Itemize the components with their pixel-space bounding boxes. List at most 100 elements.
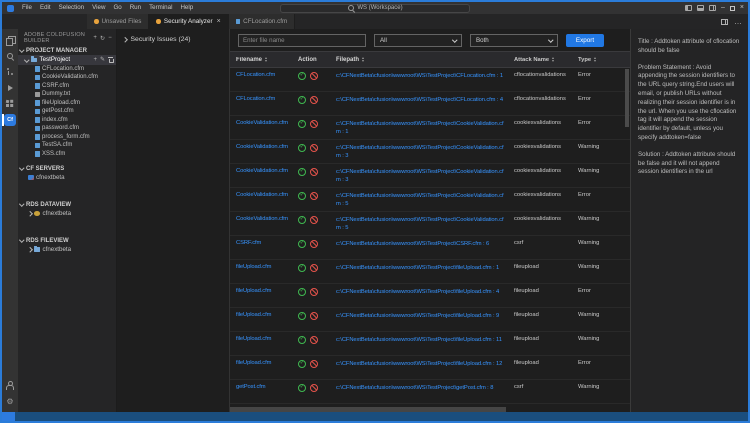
mark-resolved-icon[interactable]: ✓ [298, 96, 306, 104]
tree-item-fileupload-cfm[interactable]: fileUpload.cfm [18, 99, 116, 108]
menu-item-edit[interactable]: Edit [36, 2, 55, 14]
filename-link[interactable]: CookieValidation.cfm [236, 168, 296, 174]
tree-item-testproject[interactable]: TestProject + ✎ [18, 55, 116, 65]
ignore-issue-icon[interactable] [310, 360, 318, 368]
tree-item-rds-dataview[interactable]: cfnextbeta [18, 209, 116, 218]
menu-item-selection[interactable]: Selection [55, 2, 88, 14]
filepath-link[interactable]: c:\CFNextBeta\cfusion\wwwroot\WS\TestPro… [336, 288, 514, 297]
close-button[interactable]: × [740, 5, 744, 11]
type-filter-select[interactable]: Both [470, 34, 558, 47]
section-rds-fileview[interactable]: RDS FILEVIEW [18, 236, 116, 245]
ignore-issue-icon[interactable] [310, 216, 318, 224]
refresh-icon[interactable]: ↻ [100, 35, 105, 42]
mark-resolved-icon[interactable]: ✓ [298, 360, 306, 368]
split-editor-icon[interactable] [721, 19, 728, 25]
ignore-issue-icon[interactable] [310, 168, 318, 176]
edit-icon[interactable]: ✎ [100, 56, 105, 63]
filepath-link[interactable]: c:\CFNextBeta\cfusion\wwwroot\WS\TestPro… [336, 120, 514, 138]
tree-item-dummy-txt[interactable]: Dummy.txt [18, 90, 116, 99]
delete-icon[interactable] [108, 57, 113, 63]
mark-resolved-icon[interactable]: ✓ [298, 72, 306, 80]
mark-resolved-icon[interactable]: ✓ [298, 384, 306, 392]
mark-resolved-icon[interactable]: ✓ [298, 312, 306, 320]
filepath-link[interactable]: c:\CFNextBeta\cfusion\wwwroot\WS\TestPro… [336, 192, 514, 210]
file-name-input[interactable] [238, 34, 366, 47]
sort-icon[interactable] [552, 57, 554, 62]
filepath-link[interactable]: c:\CFNextBeta\cfusion\wwwroot\WS\TestPro… [336, 96, 514, 105]
toggle-panel-icon[interactable] [697, 5, 704, 11]
close-icon[interactable]: × [217, 18, 221, 25]
source-control-icon[interactable] [2, 64, 18, 80]
mark-resolved-icon[interactable]: ✓ [298, 240, 306, 248]
collapse-all-icon[interactable]: − [108, 35, 112, 41]
horizontal-scrollbar[interactable] [230, 407, 624, 412]
add-icon[interactable]: + [93, 35, 97, 41]
tree-item-csrf-cfm[interactable]: CSRF.cfm [18, 82, 116, 91]
filename-link[interactable]: fileUpload.cfm [236, 360, 296, 366]
filepath-link[interactable]: c:\CFNextBeta\cfusion\wwwroot\WS\TestPro… [336, 360, 514, 369]
scrollbar-thumb[interactable] [625, 69, 629, 127]
filepath-link[interactable]: c:\CFNextBeta\cfusion\wwwroot\WS\TestPro… [336, 384, 514, 393]
attack-filter-select[interactable]: All [374, 34, 462, 47]
filename-link[interactable]: CookieValidation.cfm [236, 120, 296, 126]
vertical-scrollbar[interactable] [625, 69, 629, 404]
filename-link[interactable]: fileUpload.cfm [236, 264, 296, 270]
ignore-issue-icon[interactable] [310, 312, 318, 320]
column-header-type[interactable]: Type [578, 57, 612, 63]
tree-item-testsa-cfm[interactable]: TestSA.cfm [18, 141, 116, 150]
maximize-button[interactable] [730, 6, 735, 11]
ignore-issue-icon[interactable] [310, 72, 318, 80]
tree-item-cf-server[interactable]: cfnextbeta [18, 173, 116, 182]
tree-item-index-cfm[interactable]: index.cfm [18, 116, 116, 125]
section-cf-servers[interactable]: CF SERVERS [18, 164, 116, 173]
section-project-manager[interactable]: PROJECT MANAGER [18, 46, 116, 55]
filepath-link[interactable]: c:\CFNextBeta\cfusion\wwwroot\WS\TestPro… [336, 144, 514, 162]
mark-resolved-icon[interactable]: ✓ [298, 144, 306, 152]
tree-item-xss-cfm[interactable]: XSS.cfm [18, 150, 116, 159]
customize-layout-icon[interactable] [709, 5, 716, 11]
ignore-issue-icon[interactable] [310, 96, 318, 104]
minimize-button[interactable]: – [721, 5, 725, 11]
extensions-icon[interactable] [2, 96, 18, 112]
ignore-issue-icon[interactable] [310, 336, 318, 344]
filepath-link[interactable]: c:\CFNextBeta\cfusion\wwwroot\WS\TestPro… [336, 264, 514, 273]
column-header-filename[interactable]: Filename [230, 57, 296, 63]
run-debug-icon[interactable] [2, 80, 18, 96]
ignore-issue-icon[interactable] [310, 384, 318, 392]
coldfusion-icon[interactable]: Cf [2, 112, 18, 128]
tree-item-cflocation-cfm[interactable]: CFLocation.cfm [18, 65, 116, 74]
settings-gear-icon[interactable]: ⚙ [2, 393, 18, 409]
filepath-link[interactable]: c:\CFNextBeta\cfusion\wwwroot\WS\TestPro… [336, 240, 514, 249]
mark-resolved-icon[interactable]: ✓ [298, 336, 306, 344]
export-button[interactable]: Export [566, 34, 604, 47]
mark-resolved-icon[interactable]: ✓ [298, 120, 306, 128]
tree-item-cookievalidation-cfm[interactable]: CookieValidation.cfm [18, 73, 116, 82]
tab-security-analyzer[interactable]: Security Analyzer× [149, 14, 228, 29]
ignore-issue-icon[interactable] [310, 288, 318, 296]
tree-item-getpost-cfm[interactable]: getPost.cfm [18, 107, 116, 116]
tab-unsaved-files[interactable]: Unsaved Files [87, 14, 149, 29]
more-actions-icon[interactable]: … [734, 19, 742, 24]
filename-link[interactable]: CookieValidation.cfm [236, 144, 296, 150]
sort-icon[interactable] [362, 57, 364, 62]
filename-link[interactable]: CookieValidation.cfm [236, 192, 296, 198]
new-file-icon[interactable]: + [93, 57, 97, 63]
filename-link[interactable]: fileUpload.cfm [236, 288, 296, 294]
menu-item-run[interactable]: Run [126, 2, 145, 14]
ignore-issue-icon[interactable] [310, 264, 318, 272]
filename-link[interactable]: getPost.cfm [236, 384, 296, 390]
mark-resolved-icon[interactable]: ✓ [298, 264, 306, 272]
ignore-issue-icon[interactable] [310, 120, 318, 128]
mark-resolved-icon[interactable]: ✓ [298, 192, 306, 200]
mark-resolved-icon[interactable]: ✓ [298, 288, 306, 296]
tree-item-password-cfm[interactable]: password.cfm [18, 124, 116, 133]
tab-cflocation-cfm[interactable]: CFLocation.cfm [229, 14, 296, 29]
mark-resolved-icon[interactable]: ✓ [298, 216, 306, 224]
menu-item-file[interactable]: File [18, 2, 36, 14]
ignore-issue-icon[interactable] [310, 192, 318, 200]
menu-item-help[interactable]: Help [176, 2, 197, 14]
tree-item-rds-fileview[interactable]: cfnextbeta [18, 245, 116, 254]
filepath-link[interactable]: c:\CFNextBeta\cfusion\wwwroot\WS\TestPro… [336, 168, 514, 186]
ignore-issue-icon[interactable] [310, 144, 318, 152]
menu-item-terminal[interactable]: Terminal [145, 2, 176, 14]
